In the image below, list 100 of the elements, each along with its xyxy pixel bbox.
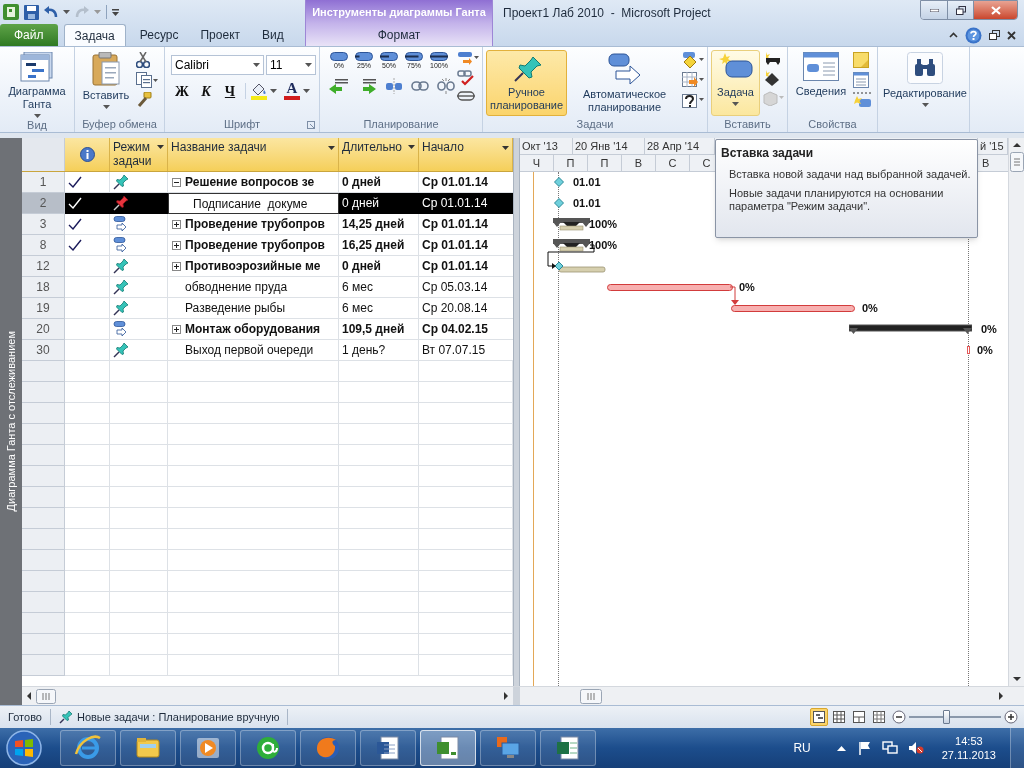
- view-button[interactable]: [850, 708, 868, 726]
- column-header[interactable]: Название задачи: [168, 138, 339, 171]
- expand-icon[interactable]: [172, 219, 181, 229]
- table-row[interactable]: 1 Решение вопросов зе 0 дней Ср 01.01.14: [22, 172, 513, 193]
- tab[interactable]: Задача: [63, 24, 126, 46]
- taskbar-button[interactable]: [360, 730, 416, 766]
- tab[interactable]: Проект: [192, 24, 248, 46]
- volume-muted-icon[interactable]: [907, 741, 924, 755]
- table-row[interactable]: 12 Противоэрозийные ме 0 дней Ср 01.01.14: [22, 256, 513, 277]
- mode-icon[interactable]: [682, 92, 704, 108]
- clock-date[interactable]: 27.11.2013: [941, 748, 996, 762]
- row-number-cell[interactable]: [22, 592, 65, 613]
- column-header[interactable]: Длительно: [339, 138, 419, 171]
- table-row[interactable]: 19 Разведение рыбы 6 мес Ср 20.08.14: [22, 298, 513, 319]
- select-all-cell[interactable]: [22, 138, 65, 171]
- table-row[interactable]: 30 Выход первой очереди 1 день? Вт 07.07.15: [22, 340, 513, 361]
- undo-icon[interactable]: [44, 6, 58, 18]
- paste-button[interactable]: Вставить: [78, 50, 134, 109]
- app-logo-icon[interactable]: [3, 4, 19, 20]
- task-name[interactable]: Противоэрозийные ме: [185, 257, 321, 275]
- column-header[interactable]: [65, 138, 110, 171]
- start-button-icon[interactable]: [4, 729, 44, 767]
- table-row[interactable]: 18 обводнение пруда 6 мес Ср 05.03.14: [22, 277, 513, 298]
- insert-task-button[interactable]: Задача: [711, 50, 760, 116]
- auto-schedule-button[interactable]: Автоматическое планирование: [569, 50, 680, 116]
- row-number-cell[interactable]: 18: [22, 277, 65, 298]
- vertical-scrollbar[interactable]: [1008, 138, 1024, 686]
- italic-button[interactable]: К: [195, 81, 217, 101]
- dialog-launcher-icon[interactable]: [307, 121, 315, 129]
- table-row[interactable]: 20 Монтаж оборудования 109,5 дней Ср 04.02.15: [22, 319, 513, 340]
- format-painter-icon[interactable]: [136, 92, 152, 108]
- font-size-field[interactable]: 11: [266, 55, 316, 75]
- copy-icon[interactable]: [136, 72, 158, 88]
- task-name[interactable]: Проведение трубопров: [185, 215, 325, 233]
- task-name[interactable]: Выход первой очереди: [185, 341, 314, 359]
- expand-icon[interactable]: [172, 324, 181, 334]
- help-icon[interactable]: [965, 26, 982, 44]
- expand-icon[interactable]: [172, 261, 181, 271]
- table-row[interactable]: 8 Проведение трубопров 16,25 дней Ср 01.01.14: [22, 235, 513, 256]
- row-number-cell[interactable]: 20: [22, 319, 65, 340]
- move-icon[interactable]: [682, 72, 704, 88]
- row-number-cell[interactable]: [22, 571, 65, 592]
- row-number-cell[interactable]: 12: [22, 256, 65, 277]
- move-task-icon[interactable]: [457, 52, 479, 66]
- information-button[interactable]: Сведения: [791, 50, 851, 98]
- unlink-icon[interactable]: [437, 78, 455, 94]
- view-button[interactable]: [810, 708, 828, 726]
- slider-thumb[interactable]: [942, 710, 950, 724]
- table-row[interactable]: 2 Подписание докуме 0 дней Ср 01.01.14: [22, 193, 513, 214]
- row-number-cell[interactable]: 8: [22, 235, 65, 256]
- tab[interactable]: Ресурс: [131, 24, 187, 46]
- collapse-ribbon-icon[interactable]: [949, 32, 958, 38]
- taskbar-button[interactable]: [180, 730, 236, 766]
- row-number-cell[interactable]: [22, 403, 65, 424]
- row-number-cell[interactable]: [22, 445, 65, 466]
- underline-button[interactable]: Ч: [219, 81, 241, 101]
- row-number-cell[interactable]: 3: [22, 214, 65, 235]
- clock-time[interactable]: 14:53: [955, 734, 983, 748]
- expand-icon[interactable]: [172, 240, 181, 250]
- row-number-cell[interactable]: 1: [22, 172, 65, 193]
- row-number-cell[interactable]: [22, 487, 65, 508]
- scrollbar-thumb[interactable]: [580, 688, 602, 704]
- details-icon[interactable]: [853, 72, 869, 88]
- splitter-handle[interactable]: [513, 687, 520, 705]
- row-number-cell[interactable]: [22, 361, 65, 382]
- row-number-cell[interactable]: [22, 466, 65, 487]
- inactivate-icon[interactable]: [457, 90, 475, 102]
- zoom-slider[interactable]: [909, 710, 1001, 724]
- row-number-cell[interactable]: 30: [22, 340, 65, 361]
- row-number-cell[interactable]: 19: [22, 298, 65, 319]
- scissors-icon[interactable]: [136, 52, 150, 68]
- row-number-cell[interactable]: [22, 424, 65, 445]
- zoom-out-icon[interactable]: [892, 710, 906, 724]
- task-name[interactable]: Решение вопросов зе: [185, 173, 315, 191]
- taskbar-button[interactable]: [540, 730, 596, 766]
- tab[interactable]: Формат: [369, 24, 429, 46]
- zoom-in-icon[interactable]: [1004, 710, 1018, 724]
- tab[interactable]: Вид: [254, 24, 292, 46]
- column-header[interactable]: Начало: [419, 138, 513, 171]
- restore-button[interactable]: [947, 1, 973, 19]
- editing-button[interactable]: Редактирование: [881, 50, 969, 107]
- table-row[interactable]: 3 Проведение трубопров 14,25 дней Ср 01.01.14: [22, 214, 513, 235]
- row-number-cell[interactable]: [22, 550, 65, 571]
- close-button[interactable]: [973, 1, 1017, 19]
- split-task-icon[interactable]: [385, 78, 403, 94]
- task-name[interactable]: Проведение трубопров: [185, 236, 325, 254]
- scrollbar-thumb[interactable]: [1009, 152, 1024, 172]
- row-number-cell[interactable]: [22, 382, 65, 403]
- row-number-cell[interactable]: [22, 655, 65, 676]
- outdent-icon[interactable]: [329, 78, 349, 94]
- tab[interactable]: Файл: [0, 24, 58, 46]
- view-button[interactable]: [830, 708, 848, 726]
- column-header[interactable]: Режим задачи: [110, 138, 168, 171]
- row-number-cell[interactable]: [22, 634, 65, 655]
- mark-on-track-icon[interactable]: [457, 70, 475, 86]
- taskbar-button[interactable]: [60, 730, 116, 766]
- add-to-timeline-icon[interactable]: [853, 92, 871, 108]
- collapse-icon[interactable]: [172, 177, 181, 187]
- row-number-cell[interactable]: [22, 508, 65, 529]
- flag-icon[interactable]: [857, 741, 872, 755]
